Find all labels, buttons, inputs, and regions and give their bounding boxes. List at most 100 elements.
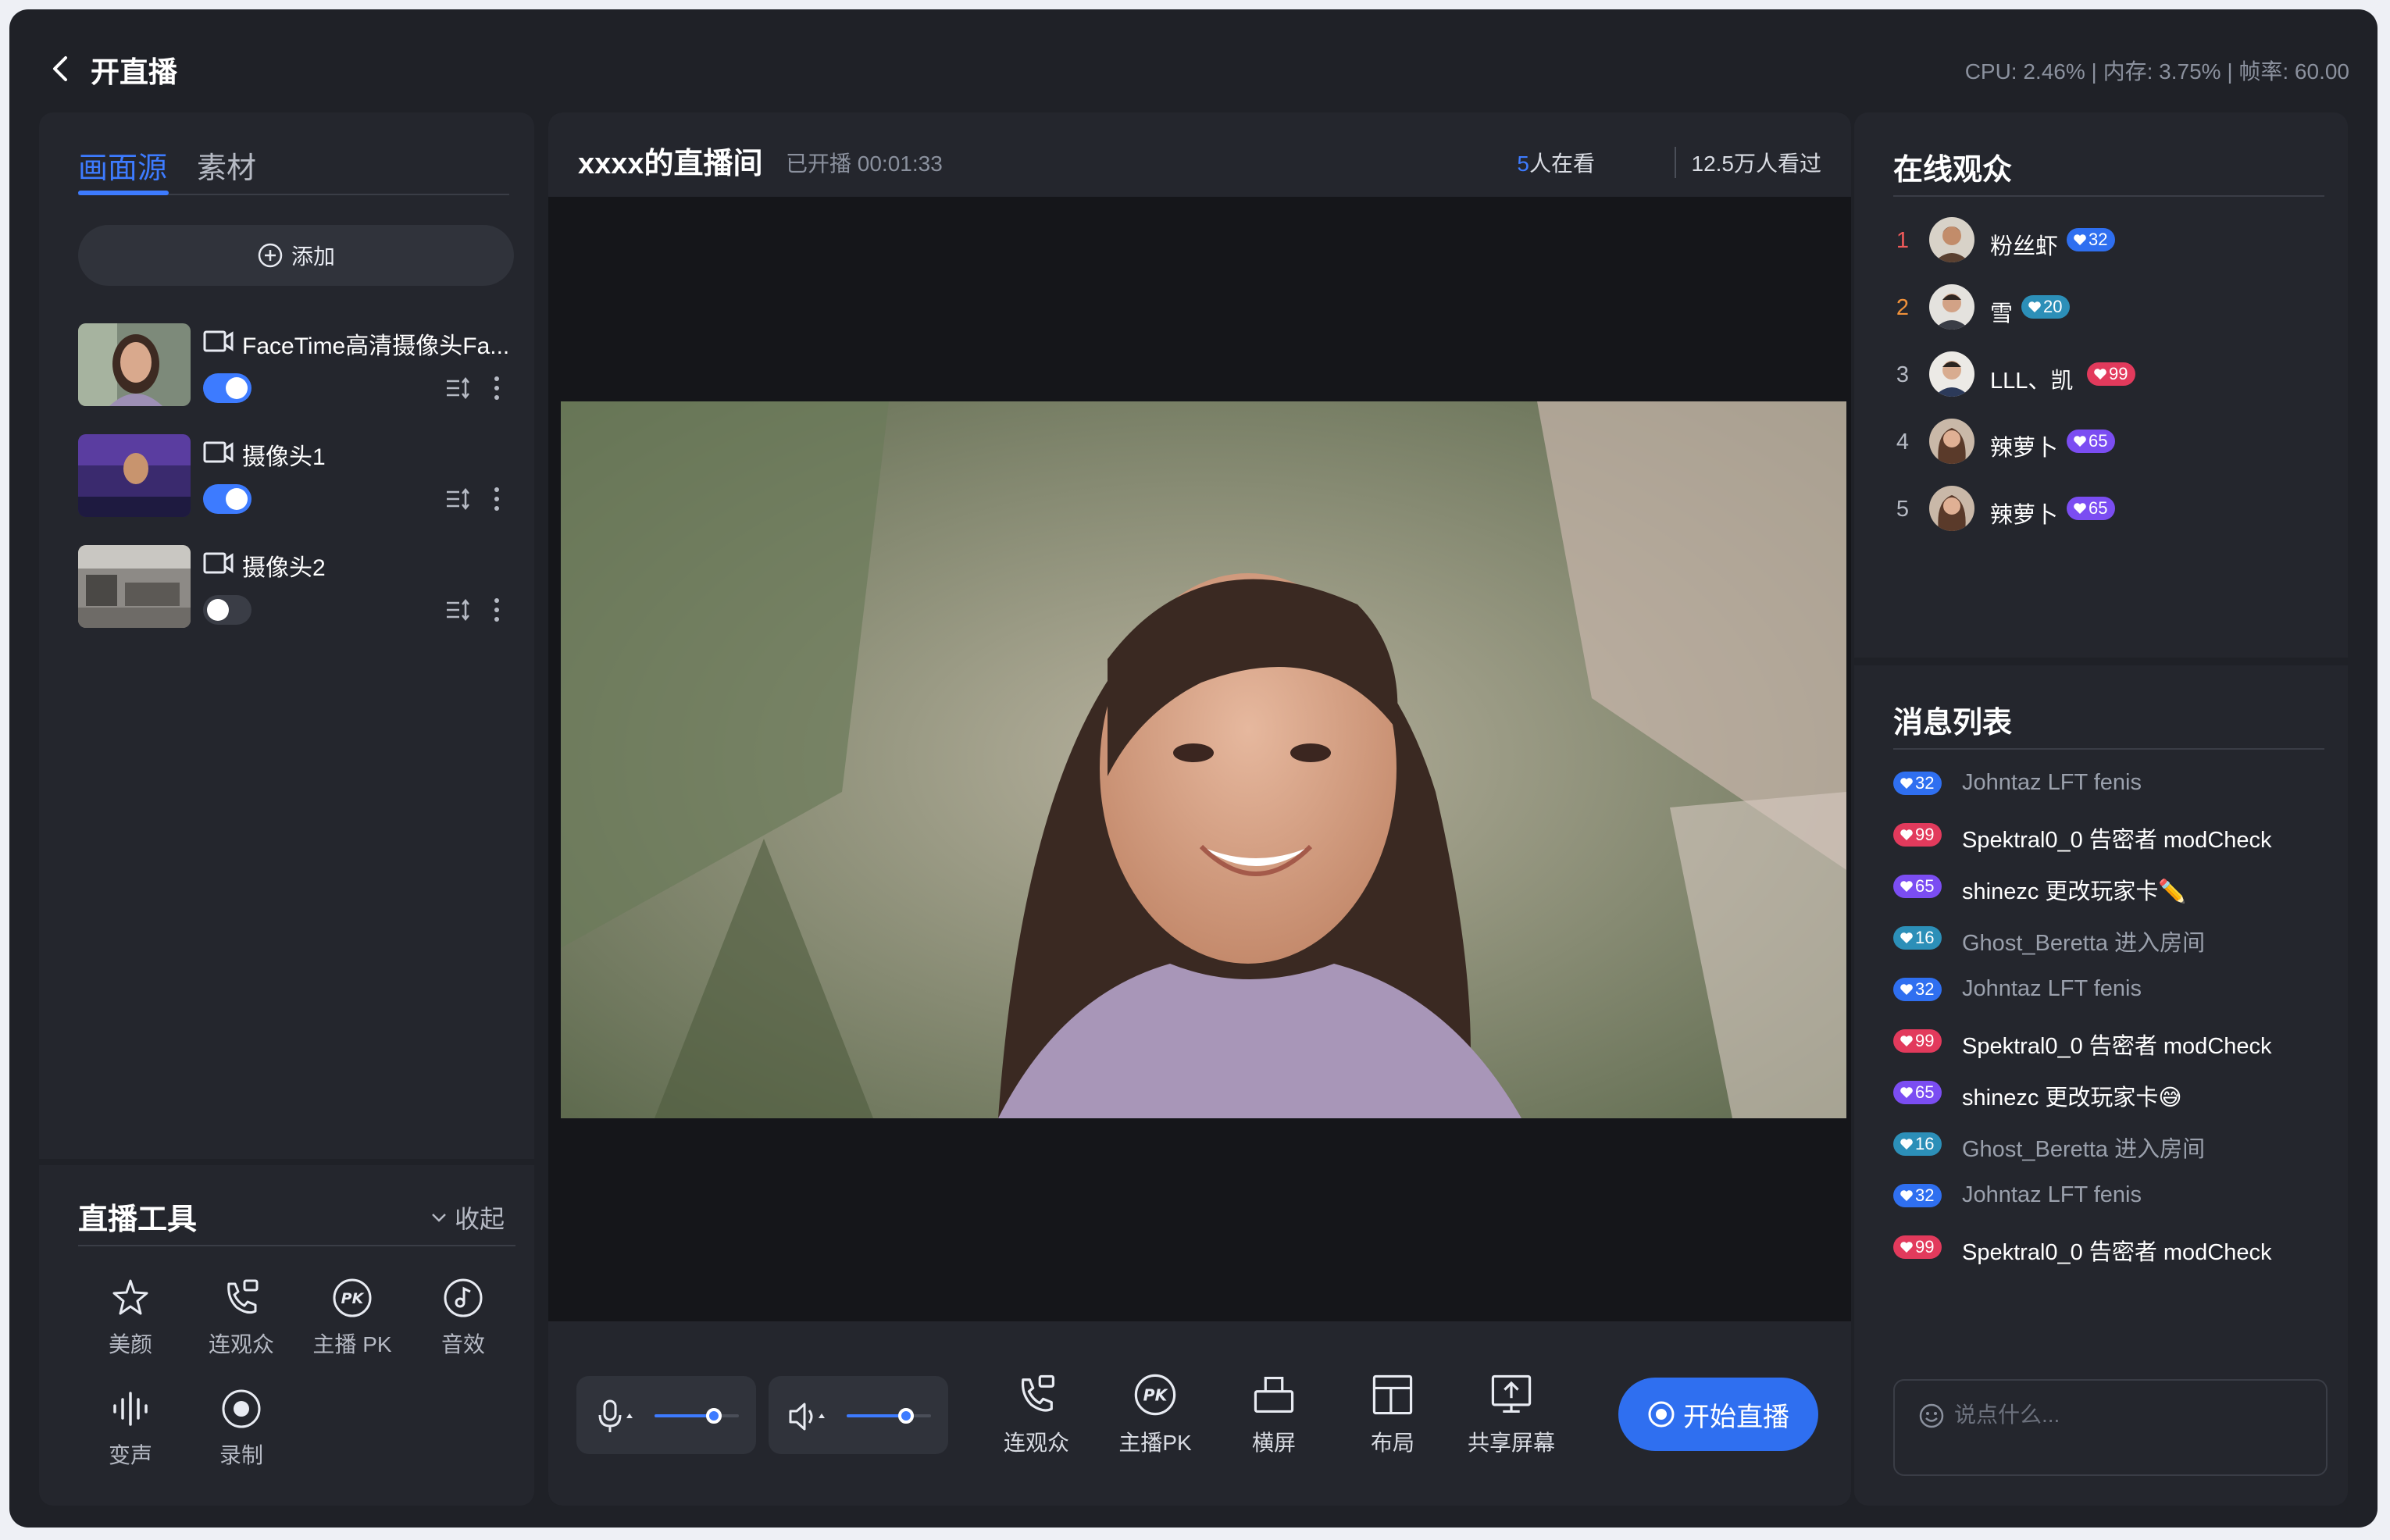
reorder-icon[interactable] — [445, 487, 472, 511]
add-source-button[interactable]: 添加 — [78, 225, 514, 286]
call-audience-button[interactable]: 连观众 — [986, 1371, 1087, 1457]
source-item[interactable]: 摄像头1 — [78, 434, 515, 522]
level-value: 32 — [1915, 979, 1935, 999]
collapse-label: 收起 — [454, 1205, 505, 1233]
control-label: 共享屏幕 — [1467, 1431, 1555, 1455]
control-label: 横屏 — [1251, 1431, 1296, 1455]
emoji-icon[interactable] — [1918, 1403, 1945, 1429]
message-list-panel: 消息列表 32 Johntaz LFT fenis 99 Spektral0_0… — [1854, 665, 2348, 1506]
message-user: Ghost_Beretta — [1962, 931, 2108, 956]
back-icon[interactable] — [45, 53, 77, 84]
message-text: 更改玩家卡😅 — [2045, 1085, 2182, 1110]
message-content: Johntaz LFT fenis — [1962, 770, 2142, 796]
level-badge: 65 — [1893, 875, 1942, 898]
tool-label: 录制 — [219, 1443, 263, 1467]
source-toggle[interactable] — [203, 484, 251, 514]
message-item: 16 Ghost_Beretta 进入房间 — [1893, 923, 2331, 957]
chevron-down-icon — [432, 1214, 446, 1222]
live-tools-panel: 直播工具 收起 美颜 连观众 PK 主播 PK 音效 变声 录制 — [39, 1165, 534, 1506]
more-options-icon[interactable] — [492, 486, 501, 512]
stream-title: xxxx的直播间 — [578, 148, 763, 180]
message-content: shinezc 更改玩家卡✏️ — [1962, 873, 2187, 906]
source-toggle[interactable] — [203, 595, 251, 625]
more-options-icon[interactable] — [492, 375, 501, 401]
message-item: 16 Ghost_Beretta 进入房间 — [1893, 1129, 2331, 1162]
tool-beauty[interactable]: 美颜 — [80, 1276, 181, 1370]
audience-item[interactable]: 3 LLL、凯 99 — [1893, 351, 2324, 398]
watching-count: 5人在看 — [1517, 147, 1595, 178]
watching-suffix: 人在看 — [1529, 152, 1595, 176]
chat-input-box[interactable] — [1893, 1379, 2328, 1476]
message-text: 进入房间 — [2114, 1137, 2206, 1162]
message-text: 进入房间 — [2114, 931, 2206, 956]
tool-pk[interactable]: PK 主播 PK — [301, 1276, 403, 1370]
pk-icon: PK — [1134, 1374, 1176, 1416]
slider-handle[interactable] — [897, 1408, 914, 1424]
source-thumbnail — [78, 323, 191, 406]
source-thumbnail — [78, 545, 191, 628]
tool-label: 连观众 — [208, 1332, 274, 1356]
source-toggle[interactable] — [203, 373, 251, 403]
online-audience-panel: 在线观众 1 粉丝虾 32 2 雪 20 3 LLL、凯 99 4 辣萝卜 65… — [1854, 112, 2348, 658]
level-value: 32 — [1915, 1185, 1935, 1205]
level-badge: 32 — [1893, 978, 1942, 1001]
audience-item[interactable]: 1 粉丝虾 32 — [1893, 217, 2324, 264]
level-value: 32 — [1915, 773, 1935, 793]
start-live-label: 开始直播 — [1683, 1402, 1789, 1432]
tool-label: 美颜 — [108, 1332, 152, 1356]
audience-item[interactable]: 4 辣萝卜 65 — [1893, 419, 2324, 465]
page-title: 开直播 — [91, 56, 177, 88]
level-badge: 99 — [1893, 1235, 1942, 1259]
pk-button[interactable]: PK 主播PK — [1104, 1371, 1206, 1457]
tool-call-audience[interactable]: 连观众 — [191, 1276, 292, 1370]
avatar — [1929, 284, 1974, 330]
start-live-button[interactable]: 开始直播 — [1618, 1378, 1818, 1451]
message-item: 65 shinezc 更改玩家卡😅 — [1893, 1078, 2331, 1110]
level-badge: 32 — [1893, 772, 1942, 795]
source-item[interactable]: FaceTime高清摄像头Fa... — [78, 323, 515, 411]
control-label: 连观众 — [1003, 1431, 1069, 1455]
source-name: FaceTime高清摄像头Fa... — [242, 333, 510, 359]
source-name: 摄像头2 — [242, 555, 326, 581]
active-tab-indicator — [78, 191, 169, 195]
share-screen-button[interactable]: 共享屏幕 — [1461, 1371, 1562, 1457]
divider — [1893, 195, 2324, 197]
reorder-icon[interactable] — [445, 598, 472, 622]
more-options-icon[interactable] — [492, 597, 501, 623]
tab-materials[interactable]: 素材 — [197, 144, 256, 187]
stream-control-bar: 连观众 PK 主播PK 横屏 布局 共享屏幕 开始直播 — [548, 1321, 1851, 1506]
level-badge: 16 — [1893, 1132, 1942, 1156]
speaker-volume-control[interactable] — [769, 1376, 948, 1454]
mic-volume-slider[interactable] — [655, 1408, 739, 1424]
collapse-button[interactable]: 收起 — [430, 1200, 505, 1235]
microphone-icon — [598, 1399, 633, 1432]
rank-number: 5 — [1896, 497, 1910, 522]
message-user: Johntaz — [1962, 770, 2042, 795]
message-content: Ghost_Beretta 进入房间 — [1962, 925, 2205, 957]
level-value: 99 — [1915, 825, 1935, 844]
message-item: 32 Johntaz LFT fenis — [1893, 768, 2331, 800]
tool-record[interactable]: 录制 — [191, 1387, 292, 1481]
layout-button[interactable]: 布局 — [1342, 1371, 1443, 1457]
message-text: 更改玩家卡✏️ — [2045, 879, 2187, 904]
speaker-volume-slider[interactable] — [847, 1408, 931, 1424]
source-item[interactable]: 摄像头2 — [78, 545, 515, 633]
audience-item[interactable]: 2 雪 20 — [1893, 284, 2324, 331]
audience-title: 在线观众 — [1893, 154, 2013, 187]
audience-name: LLL、凯 — [1990, 369, 2074, 394]
level-value: 65 — [1915, 876, 1935, 896]
audience-item[interactable]: 5 辣萝卜 65 — [1893, 486, 2324, 533]
top-bar: 开直播 CPU: 2.46% | 内存: 3.75% | 帧率: 60.00 — [9, 9, 2378, 119]
chat-input[interactable] — [1954, 1398, 2298, 1432]
landscape-button[interactable]: 横屏 — [1223, 1371, 1325, 1457]
tool-sound-effect[interactable]: 音效 — [412, 1276, 514, 1370]
mic-volume-control[interactable] — [576, 1376, 756, 1454]
message-item: 32 Johntaz LFT fenis — [1893, 975, 2331, 1006]
reorder-icon[interactable] — [445, 376, 472, 400]
voice-wave-icon — [113, 1392, 148, 1426]
slider-handle[interactable] — [705, 1408, 722, 1424]
beauty-icon — [112, 1279, 148, 1315]
tab-sources[interactable]: 画面源 — [78, 144, 167, 187]
tool-voice-change[interactable]: 变声 — [80, 1387, 181, 1481]
add-circle-icon — [258, 243, 283, 268]
